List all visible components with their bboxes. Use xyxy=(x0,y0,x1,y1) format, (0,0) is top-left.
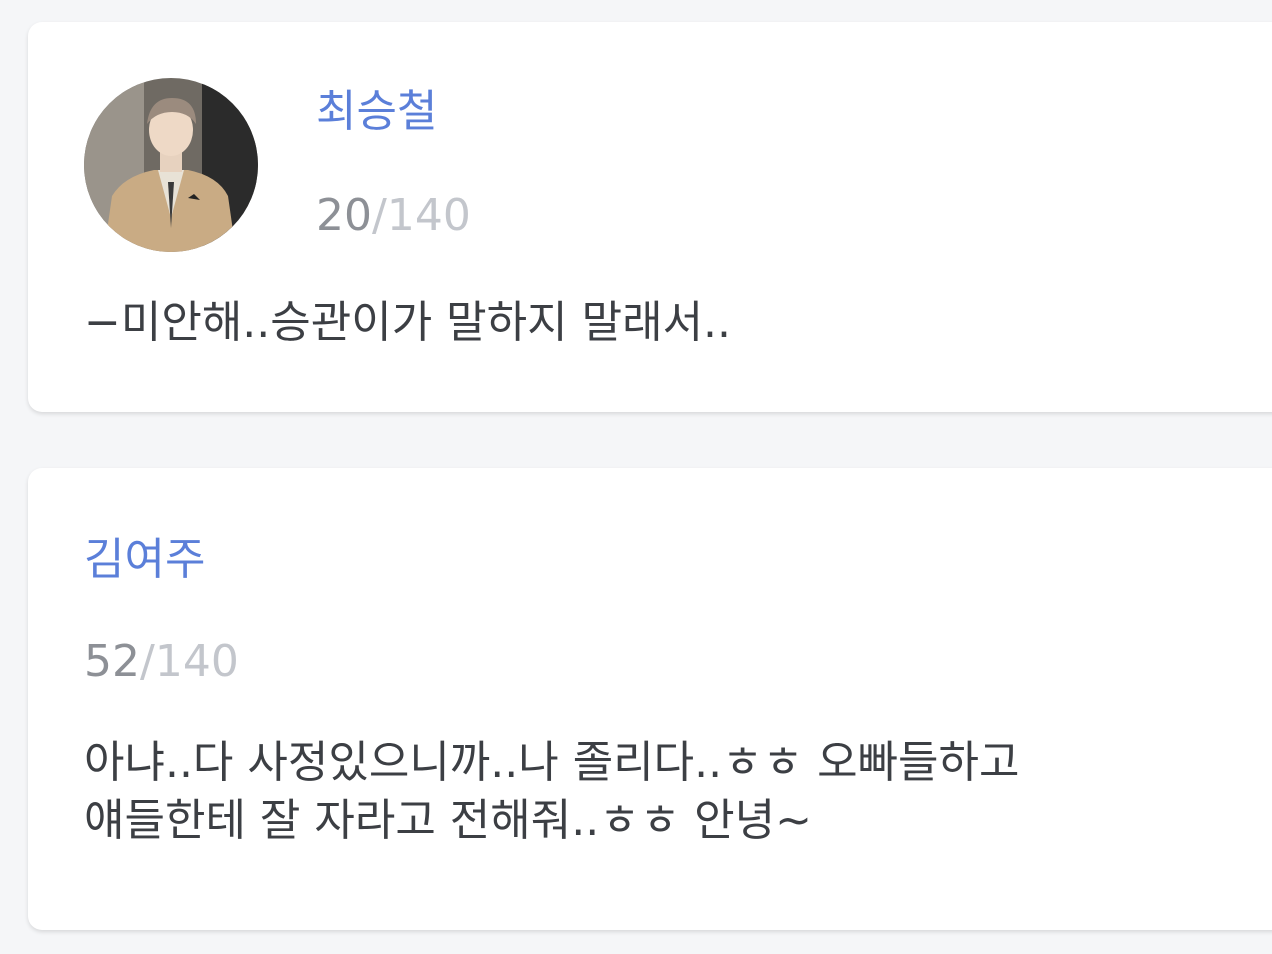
message-card: 김여주 52/140 아냐..다 사정있으니까..나 졸리다..ㅎㅎ 오빠들하고… xyxy=(28,468,1272,930)
character-count: 20/140 xyxy=(316,194,471,238)
character-count-current: 52 xyxy=(84,636,140,687)
message-line: 얘들한테 잘 자라고 전해줘..ㅎㅎ 안녕~ xyxy=(84,795,812,846)
message-line: 아냐..다 사정있으니까..나 졸리다..ㅎㅎ 오빠들하고 xyxy=(84,737,1020,788)
sender-name[interactable]: 김여주 xyxy=(84,538,205,582)
character-count-separator: / xyxy=(372,190,387,241)
character-count: 52/140 xyxy=(84,640,239,684)
character-count-current: 20 xyxy=(316,190,372,241)
character-count-max: 140 xyxy=(386,190,471,241)
sender-name[interactable]: 최승철 xyxy=(316,90,437,134)
message-text: 아냐..다 사정있으니까..나 졸리다..ㅎㅎ 오빠들하고 얘들한테 잘 자라고… xyxy=(84,734,1019,850)
message-text: −미안해..승관이가 말하지 말래서.. xyxy=(84,294,731,352)
character-count-max: 140 xyxy=(154,636,239,687)
character-count-separator: / xyxy=(140,636,155,687)
avatar[interactable] xyxy=(84,78,258,252)
message-line: −미안해..승관이가 말하지 말래서.. xyxy=(84,297,732,348)
message-card: 최승철 20/140 −미안해..승관이가 말하지 말래서.. xyxy=(28,22,1272,412)
avatar-image xyxy=(84,78,258,252)
